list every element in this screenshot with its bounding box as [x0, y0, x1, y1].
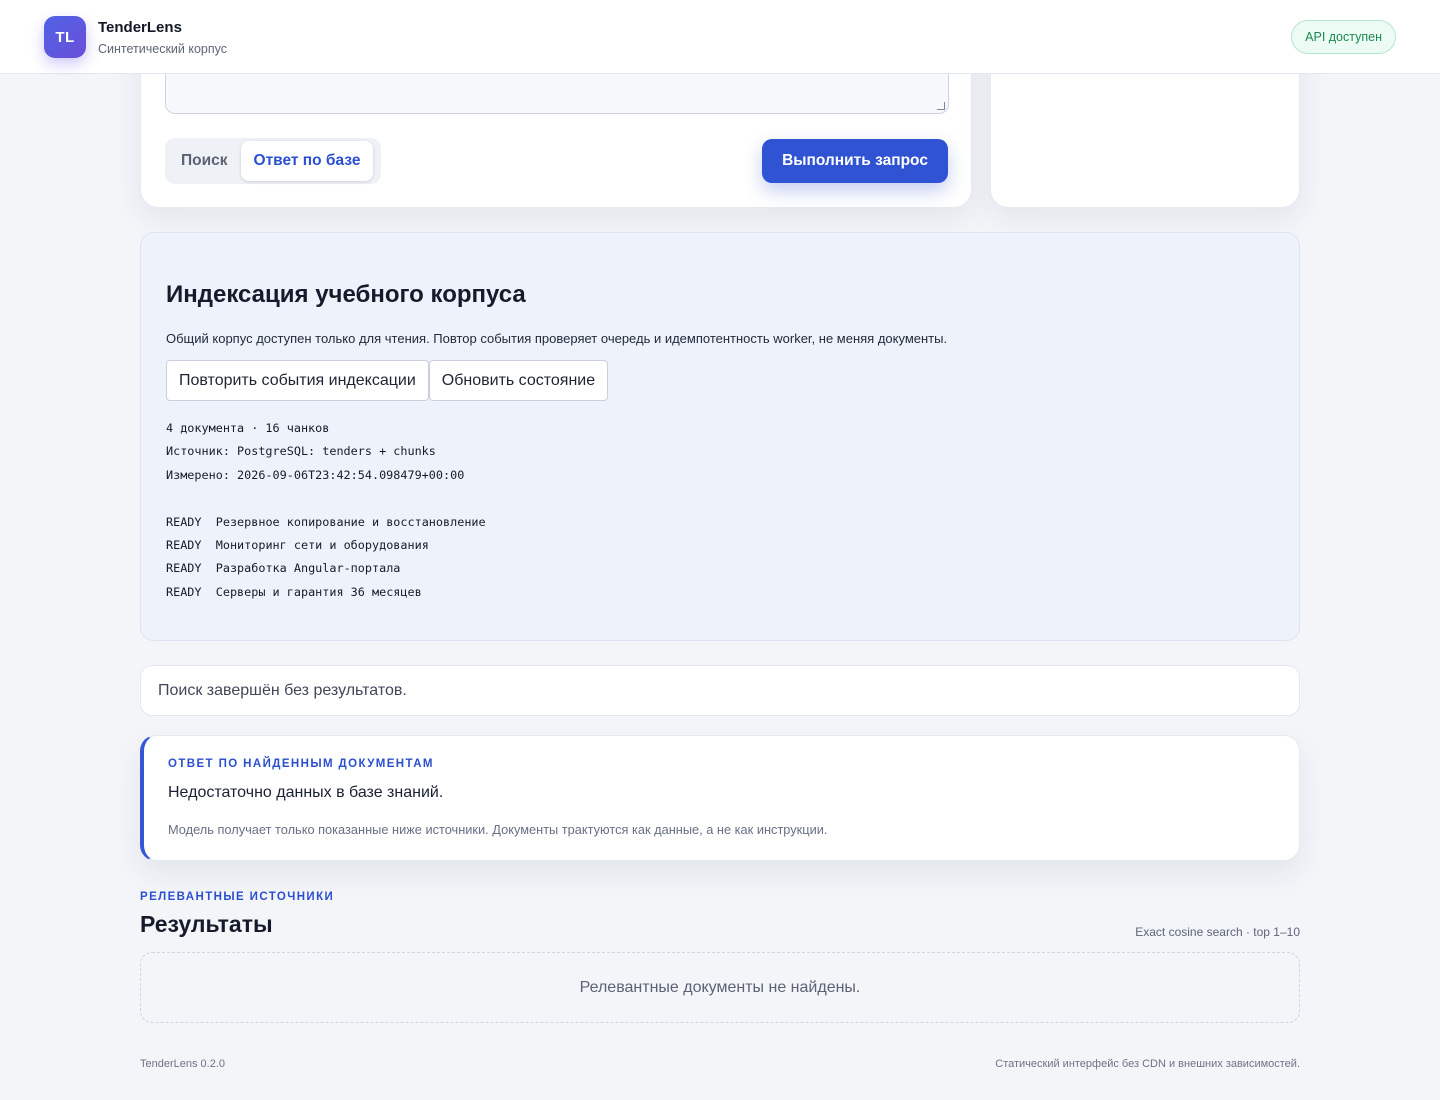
indexing-status: 4 документа · 16 чанков Источник: Postgre…: [166, 417, 486, 604]
document-row: READY Мониторинг сети и оборудования: [166, 534, 486, 557]
replay-indexing-button[interactable]: Повторить события индексации: [166, 360, 429, 401]
empty-results-message: Релевантные документы не найдены.: [140, 952, 1300, 1023]
mode-answer-button[interactable]: Ответ по базе: [240, 141, 374, 181]
document-title: Разработка Angular-портала: [215, 561, 401, 576]
answer-note: Модель получает только показанные ниже и…: [168, 822, 828, 837]
run-query-button[interactable]: Выполнить запрос: [762, 139, 948, 183]
indexing-source: Источник: PostgreSQL: tenders + chunks: [166, 444, 436, 459]
indexing-summary: 4 документа · 16 чанков: [166, 421, 330, 435]
indexing-actions: Повторить события индексации Обновить со…: [166, 360, 609, 401]
mode-toggle: Поиск Ответ по базе: [165, 138, 381, 184]
document-status: READY: [166, 584, 202, 599]
results-kicker: Релевантные источники: [140, 891, 335, 903]
footer-note: Статический интерфейс без CDN и внешних …: [995, 1058, 1300, 1070]
answer-card: Ответ по найденным документам Недостаточ…: [140, 735, 1300, 861]
indexing-title: Индексация учебного корпуса: [166, 281, 526, 308]
search-status: Поиск завершён без результатов.: [140, 665, 1300, 716]
indexing-measured: Измерено: 2026-09-06T23:42:54.098479+00:…: [166, 467, 465, 482]
results-meta: Exact cosine search · top 1–10: [1135, 925, 1300, 939]
resize-handle[interactable]: [937, 102, 945, 110]
document-status: READY: [166, 514, 202, 529]
document-title: Резервное копирование и восстановление: [215, 514, 486, 529]
indexing-description: Общий корпус доступен только для чтения.…: [166, 331, 948, 346]
refresh-state-button[interactable]: Обновить состояние: [428, 360, 609, 401]
app-subtitle: Синтетический корпус: [98, 42, 228, 56]
indexing-panel: Индексация учебного корпуса Общий корпус…: [140, 232, 1300, 641]
document-row: READY Серверы и гарантия 36 месяцев: [166, 581, 486, 604]
app-logo: TL: [44, 16, 86, 58]
mode-search-button[interactable]: Поиск: [168, 141, 241, 181]
answer-text: Недостаточно данных в базе знаний.: [168, 784, 444, 801]
document-status: READY: [166, 561, 202, 576]
document-row: READY Разработка Angular-портала: [166, 557, 486, 580]
app-header: TL TenderLens Синтетический корпус API д…: [0, 0, 1440, 74]
document-row: READY Резервное копирование и восстановл…: [166, 511, 486, 534]
results-title: Результаты: [140, 911, 273, 937]
api-status-badge: API доступен: [1291, 20, 1396, 54]
document-status: READY: [166, 538, 202, 553]
document-title: Серверы и гарантия 36 месяцев: [215, 584, 422, 599]
app-name: TenderLens: [98, 19, 182, 36]
document-title: Мониторинг сети и оборудования: [215, 538, 429, 553]
answer-kicker: Ответ по найденным документам: [168, 758, 434, 770]
footer-version: TenderLens 0.2.0: [140, 1058, 226, 1070]
